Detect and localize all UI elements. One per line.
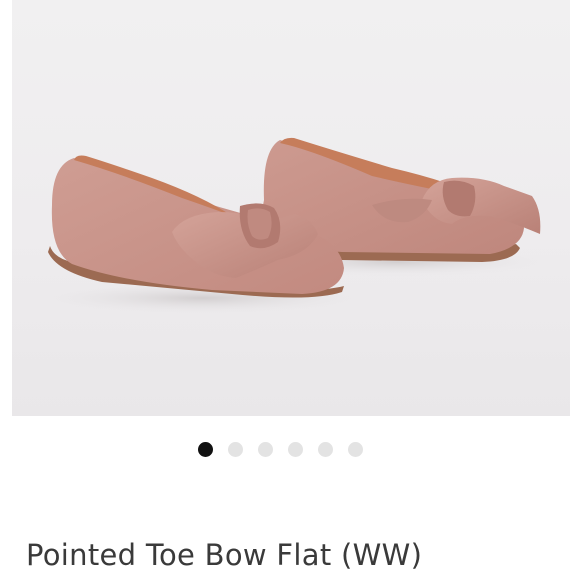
product-title: Pointed Toe Bow Flat (WW) bbox=[26, 538, 423, 572]
shoe-pair-illustration bbox=[37, 137, 547, 314]
carousel-dot-2[interactable] bbox=[227, 442, 243, 457]
image-carousel-pagination bbox=[0, 442, 580, 458]
carousel-dot-5[interactable] bbox=[317, 442, 333, 457]
product-image[interactable] bbox=[12, 0, 570, 416]
carousel-dot-3[interactable] bbox=[257, 442, 273, 457]
carousel-dot-4[interactable] bbox=[287, 442, 303, 457]
carousel-dot-6[interactable] bbox=[347, 442, 363, 457]
product-page: Pointed Toe Bow Flat (WW) bbox=[0, 0, 580, 580]
carousel-dot-1[interactable] bbox=[197, 442, 213, 457]
